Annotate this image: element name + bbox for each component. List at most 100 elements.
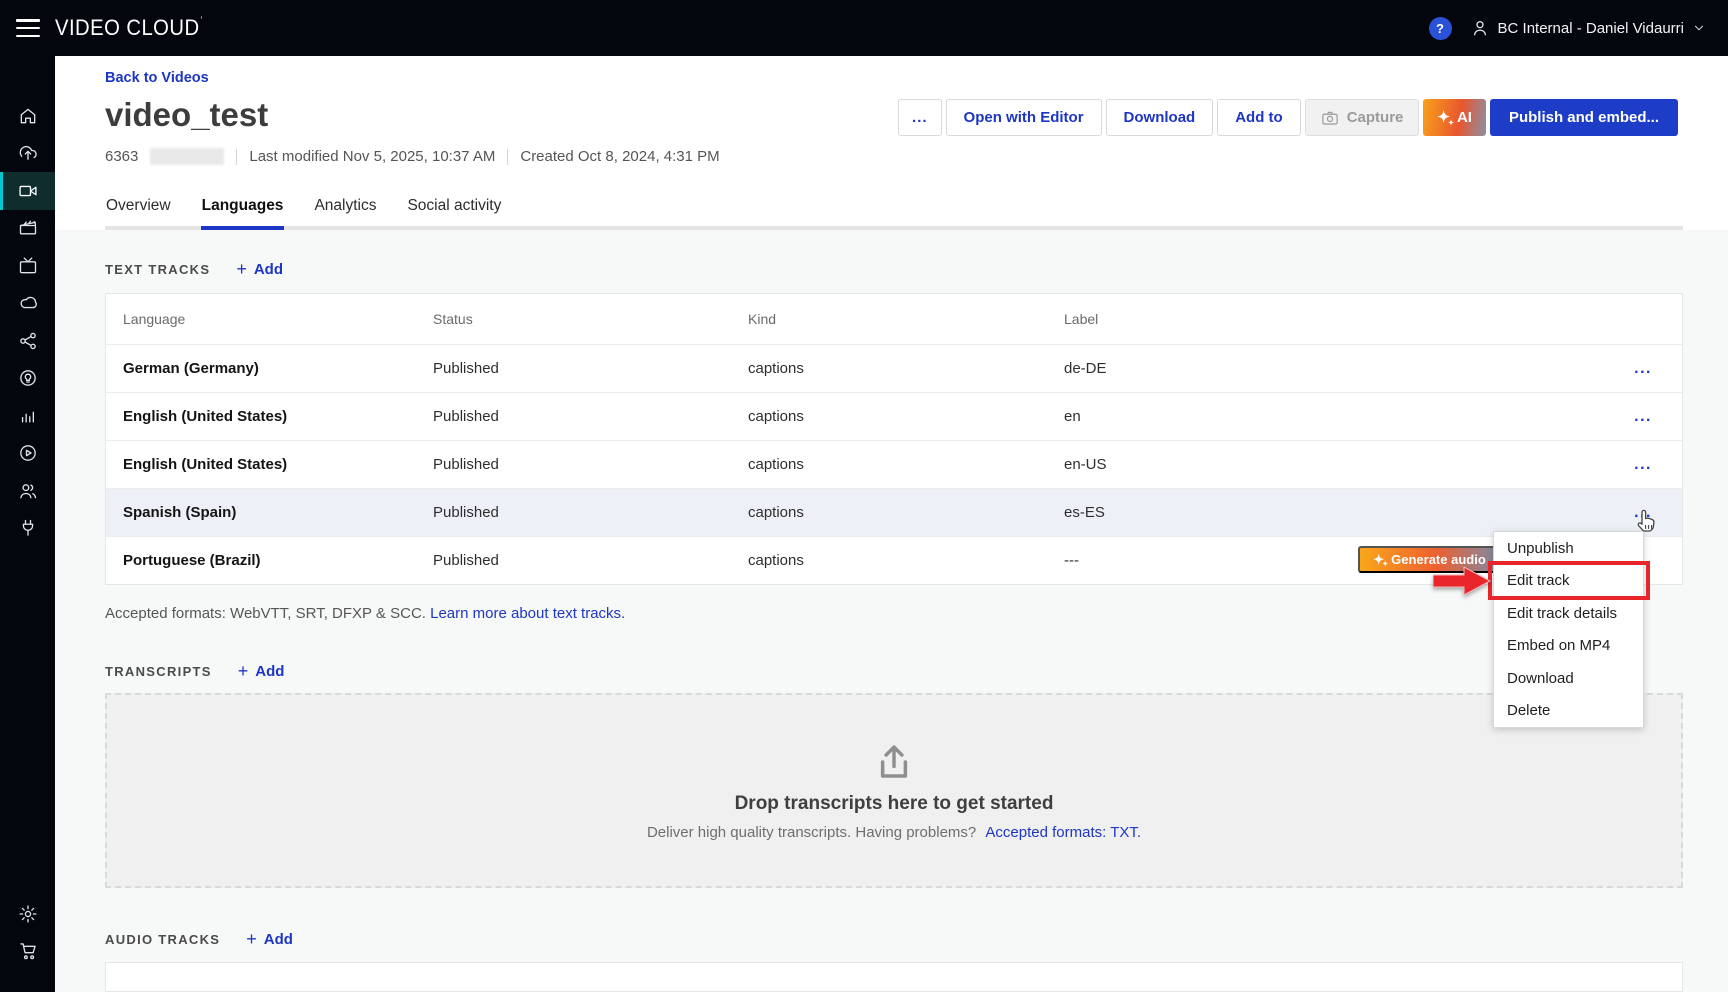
menu-item-embed-on-mp4[interactable]: Embed on MP4 — [1494, 630, 1643, 663]
chevron-down-icon — [1692, 21, 1706, 35]
audio-tracks-heading: AUDIO TRACKS — [105, 932, 220, 947]
text-tracks-heading: TEXT TRACKS — [105, 262, 210, 277]
cloud-icon — [18, 293, 38, 313]
tab-languages[interactable]: Languages — [201, 197, 285, 226]
camera-icon — [1321, 109, 1339, 127]
lightbulb-icon — [18, 368, 38, 388]
header-actions: ... Open with Editor Download Add to Cap… — [898, 99, 1678, 136]
column-header-label: Label — [1064, 311, 1608, 327]
share-network-icon — [18, 331, 38, 351]
more-actions-button[interactable]: ... — [898, 99, 942, 136]
sidebar-item-marketplace[interactable] — [0, 933, 55, 971]
video-id-redacted — [150, 148, 224, 165]
row-context-menu: Unpublish Edit track Edit track details … — [1493, 531, 1644, 728]
plug-icon — [18, 518, 38, 538]
home-icon — [18, 106, 38, 126]
page-body: TEXT TRACKS +Add Language Status Kind La… — [55, 230, 1728, 992]
sidebar-item-analytics[interactable] — [0, 397, 55, 435]
sidebar-item-player[interactable] — [0, 435, 55, 473]
accepted-formats-link[interactable]: Accepted formats: TXT. — [985, 824, 1141, 841]
upload-cloud-icon — [18, 143, 38, 163]
clapperboard-icon — [18, 218, 38, 238]
created-text: Created Oct 8, 2024, 4:31 PM — [520, 148, 719, 165]
plus-icon: + — [238, 662, 249, 680]
sidebar-item-integrations[interactable] — [0, 510, 55, 548]
table-row[interactable]: German (Germany) Published captions de-D… — [106, 344, 1682, 392]
add-to-button[interactable]: Add to — [1217, 99, 1300, 136]
shopping-cart-icon — [18, 941, 38, 961]
sidebar-item-share[interactable] — [0, 322, 55, 360]
capture-button[interactable]: Capture — [1305, 99, 1420, 136]
tab-bar: Overview Languages Analytics Social acti… — [105, 197, 1683, 230]
row-more-button[interactable]: ... — [1634, 360, 1652, 377]
account-label: BC Internal - Daniel Vidaurri — [1498, 20, 1684, 37]
last-modified-text: Last modified Nov 5, 2025, 10:37 AM — [249, 148, 495, 165]
tab-social-activity[interactable]: Social activity — [406, 197, 502, 226]
hamburger-menu-icon[interactable] — [16, 19, 40, 37]
sparkle-icon: ✦ — [1437, 110, 1450, 125]
user-icon — [1470, 18, 1490, 38]
dropzone-subtext: Deliver high quality transcripts. Having… — [647, 824, 1141, 841]
dropzone-title: Drop transcripts here to get started — [735, 793, 1054, 815]
play-circle-icon — [18, 443, 38, 463]
sidebar-item-videos[interactable] — [0, 172, 55, 210]
generate-audio-button[interactable]: ✦ Generate audio — [1358, 546, 1501, 573]
table-row[interactable]: English (United States) Published captio… — [106, 392, 1682, 440]
table-row-selected[interactable]: Spanish (Spain) Published captions es-ES… — [106, 488, 1682, 536]
menu-item-download[interactable]: Download — [1494, 662, 1643, 695]
sidebar-item-cloud[interactable] — [0, 285, 55, 323]
sparkle-icon: ✦ — [1373, 553, 1384, 566]
publish-and-embed-button[interactable]: Publish and embed... — [1490, 99, 1678, 136]
column-header-language: Language — [106, 311, 433, 327]
row-more-button[interactable]: ... — [1634, 408, 1652, 425]
menu-item-edit-track[interactable]: Edit track — [1494, 565, 1643, 598]
transcripts-header: TRANSCRIPTS +Add — [105, 622, 1683, 680]
sidebar-item-interactivity[interactable] — [0, 360, 55, 398]
menu-item-unpublish[interactable]: Unpublish — [1494, 532, 1643, 565]
download-button[interactable]: Download — [1106, 99, 1214, 136]
row-more-button[interactable]: ... — [1634, 456, 1652, 473]
column-header-status: Status — [433, 311, 748, 327]
page-title: video_test — [105, 96, 268, 134]
tab-analytics[interactable]: Analytics — [313, 197, 377, 226]
video-id: 6363 — [105, 148, 138, 165]
sidebar-item-tv[interactable] — [0, 247, 55, 285]
gear-icon — [18, 904, 38, 924]
column-header-kind: Kind — [748, 311, 1064, 327]
page-header: Back to Videos video_test 6363 Last modi… — [55, 56, 1728, 230]
tab-overview[interactable]: Overview — [105, 197, 172, 226]
sidebar-item-audience[interactable] — [0, 472, 55, 510]
accepted-formats-note: Accepted formats: WebVTT, SRT, DFXP & SC… — [105, 605, 1683, 622]
meta-divider — [507, 149, 508, 165]
upload-icon — [873, 741, 915, 783]
video-camera-icon — [18, 181, 38, 201]
top-bar: VIDEO CLOUDʹ ? BC Internal - Daniel Vida… — [0, 0, 1728, 56]
menu-item-edit-track-details[interactable]: Edit track details — [1494, 597, 1643, 630]
sidebar-item-media[interactable] — [0, 210, 55, 248]
account-menu[interactable]: BC Internal - Daniel Vidaurri — [1470, 18, 1706, 38]
sidebar-item-upload[interactable] — [0, 135, 55, 173]
transcripts-dropzone[interactable]: Drop transcripts here to get started Del… — [105, 693, 1683, 888]
table-row[interactable]: English (United States) Published captio… — [106, 440, 1682, 488]
video-meta: 6363 Last modified Nov 5, 2025, 10:37 AM… — [105, 148, 720, 165]
add-transcript-button[interactable]: +Add — [238, 662, 285, 680]
sidebar — [0, 56, 55, 992]
menu-item-delete[interactable]: Delete — [1494, 695, 1643, 728]
sidebar-item-settings[interactable] — [0, 895, 55, 933]
users-icon — [18, 481, 38, 501]
tv-icon — [18, 256, 38, 276]
open-with-editor-button[interactable]: Open with Editor — [946, 99, 1102, 136]
bar-chart-icon — [18, 406, 38, 426]
help-button[interactable]: ? — [1429, 17, 1452, 40]
ai-button[interactable]: ✦ AI — [1423, 99, 1486, 136]
text-tracks-header: TEXT TRACKS +Add — [105, 230, 1683, 278]
add-audio-track-button[interactable]: +Add — [246, 930, 293, 948]
main-content: Back to Videos video_test 6363 Last modi… — [55, 56, 1728, 992]
sidebar-item-home[interactable] — [0, 97, 55, 135]
add-text-track-button[interactable]: +Add — [236, 260, 283, 278]
back-to-videos-link[interactable]: Back to Videos — [105, 70, 209, 86]
plus-icon: + — [236, 260, 247, 278]
learn-more-link[interactable]: Learn more about text tracks. — [430, 605, 625, 622]
app-logo: VIDEO CLOUDʹ — [55, 15, 202, 41]
row-more-button[interactable]: ... — [1634, 504, 1652, 521]
